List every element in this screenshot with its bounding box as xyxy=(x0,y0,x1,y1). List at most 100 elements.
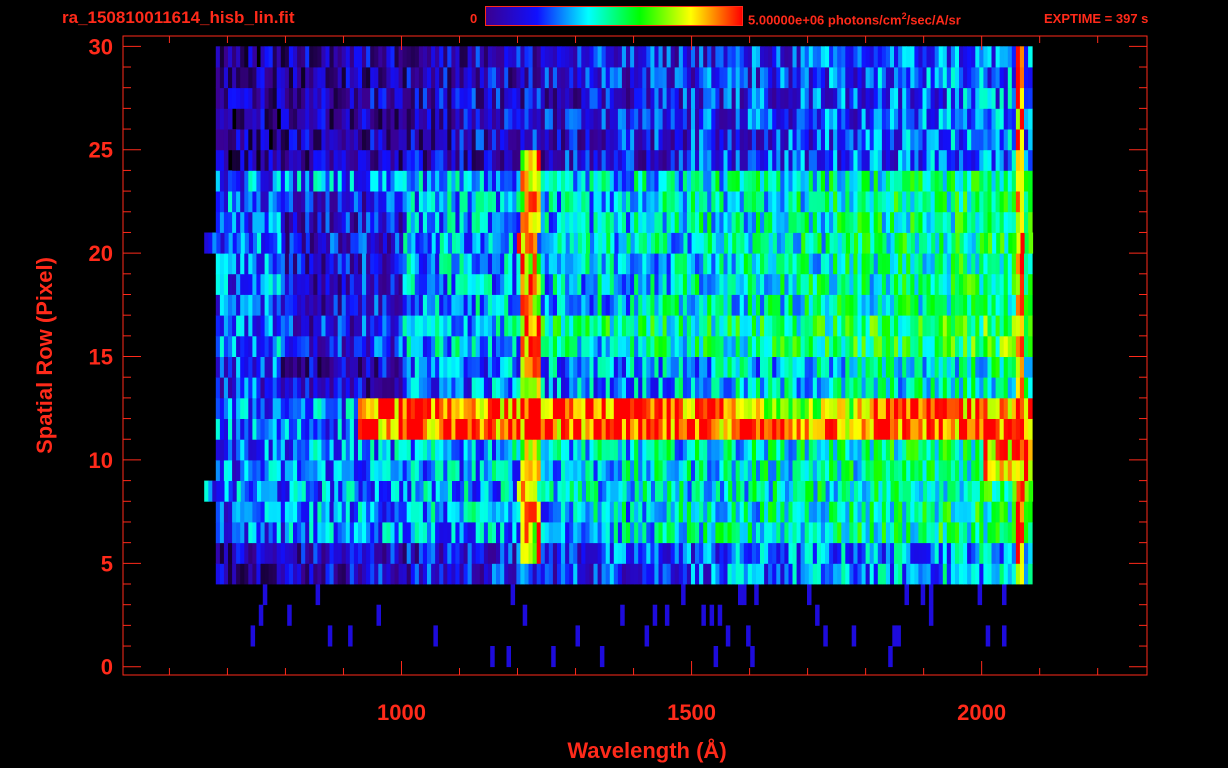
heatmap-cell xyxy=(874,232,879,254)
heatmap-cell xyxy=(504,191,509,213)
heatmap-cell xyxy=(658,170,663,192)
heatmap-cell xyxy=(250,625,256,647)
heatmap-cell xyxy=(971,253,976,275)
heatmap-cell xyxy=(967,459,972,481)
heatmap-cell xyxy=(638,480,644,502)
heatmap-cell xyxy=(829,315,834,337)
heatmap-cell xyxy=(244,459,249,481)
heatmap-cell xyxy=(719,294,724,316)
heatmap-cell xyxy=(370,459,375,481)
heatmap-cell xyxy=(650,522,655,544)
heatmap-cell xyxy=(825,542,830,564)
heatmap-cell xyxy=(691,108,696,130)
heatmap-cell xyxy=(1019,356,1025,378)
heatmap-cell xyxy=(232,418,237,440)
heatmap-cell xyxy=(873,397,879,419)
heatmap-cell xyxy=(504,87,509,109)
heatmap-cell xyxy=(703,191,708,213)
heatmap-cell xyxy=(634,191,639,213)
heatmap-cell xyxy=(532,315,538,337)
heatmap-cell xyxy=(293,397,298,419)
heatmap-cell xyxy=(760,315,765,337)
heatmap-cell xyxy=(537,232,542,254)
heatmap-cell xyxy=(585,356,590,378)
heatmap-cell xyxy=(1028,501,1033,523)
heatmap-cell xyxy=(825,377,830,399)
heatmap-cell xyxy=(345,522,351,544)
heatmap-cell xyxy=(601,294,607,316)
heatmap-cell xyxy=(942,108,948,130)
heatmap-cell xyxy=(418,67,424,89)
heatmap-cell xyxy=(825,397,830,419)
heatmap-cell xyxy=(553,480,558,502)
heatmap-cell xyxy=(621,67,627,89)
heatmap-cell xyxy=(788,439,793,461)
heatmap-cell xyxy=(906,563,911,585)
heatmap-cell xyxy=(601,273,607,295)
heatmap-cell xyxy=(634,273,639,295)
heatmap-cell xyxy=(939,232,944,254)
heatmap-cell xyxy=(532,253,538,275)
heatmap-cell xyxy=(805,232,810,254)
heatmap-cell xyxy=(719,273,724,295)
heatmap-cell xyxy=(894,480,900,502)
heatmap-cell xyxy=(658,418,663,440)
heatmap-cell xyxy=(861,149,867,171)
heatmap-cell xyxy=(715,294,720,316)
heatmap-cell xyxy=(475,253,481,275)
heatmap-cell xyxy=(601,191,607,213)
heatmap-cell xyxy=(1019,563,1025,585)
heatmap-cell xyxy=(260,542,265,564)
heatmap-cell xyxy=(487,418,493,440)
heatmap-cell xyxy=(305,397,310,419)
heatmap-cell xyxy=(808,522,814,544)
heatmap-cell xyxy=(256,563,261,585)
heatmap-cell xyxy=(686,356,692,378)
heatmap-cell xyxy=(780,501,785,523)
heatmap-cell xyxy=(975,542,980,564)
heatmap-cell xyxy=(877,170,883,192)
heatmap-cell xyxy=(431,439,436,461)
heatmap-cell xyxy=(284,149,290,171)
heatmap-cell xyxy=(658,356,663,378)
heatmap-cell xyxy=(609,501,615,523)
heatmap-cell xyxy=(463,253,469,275)
heatmap-cell xyxy=(581,397,586,419)
heatmap-cell xyxy=(1000,480,1005,502)
heatmap-cell xyxy=(873,170,879,192)
heatmap-cell xyxy=(378,439,383,461)
heatmap-cell xyxy=(309,501,314,523)
heatmap-cell xyxy=(910,294,915,316)
heatmap-cell xyxy=(686,377,692,399)
heatmap-cell xyxy=(439,335,444,357)
heatmap-cell xyxy=(857,211,862,233)
heatmap-cell xyxy=(808,501,814,523)
heatmap-cell xyxy=(329,522,334,544)
heatmap-cell xyxy=(723,211,728,233)
heatmap-cell xyxy=(877,335,883,357)
heatmap-cell xyxy=(223,522,229,544)
heatmap-cell xyxy=(906,542,911,564)
heatmap-cell xyxy=(593,522,598,544)
heatmap-cell xyxy=(329,191,334,213)
heatmap-cell xyxy=(577,542,582,564)
heatmap-cell xyxy=(317,563,322,585)
heatmap-cell xyxy=(861,459,867,481)
heatmap-cell xyxy=(979,294,984,316)
heatmap-cell xyxy=(662,273,668,295)
heatmap-cell xyxy=(508,273,513,295)
heatmap-cell xyxy=(776,273,781,295)
heatmap-cell xyxy=(1015,501,1021,523)
heatmap-cell xyxy=(512,67,517,89)
heatmap-cell xyxy=(780,459,785,481)
heatmap-cell xyxy=(613,149,619,171)
heatmap-cell xyxy=(609,129,615,151)
heatmap-cell xyxy=(374,501,379,523)
heatmap-cell xyxy=(650,501,655,523)
heatmap-cell xyxy=(459,67,464,89)
heatmap-cell xyxy=(739,108,745,130)
heatmap-cell xyxy=(459,191,464,213)
heatmap-cell xyxy=(650,253,655,275)
heatmap-cell xyxy=(293,273,298,295)
heatmap-cell xyxy=(240,294,245,316)
